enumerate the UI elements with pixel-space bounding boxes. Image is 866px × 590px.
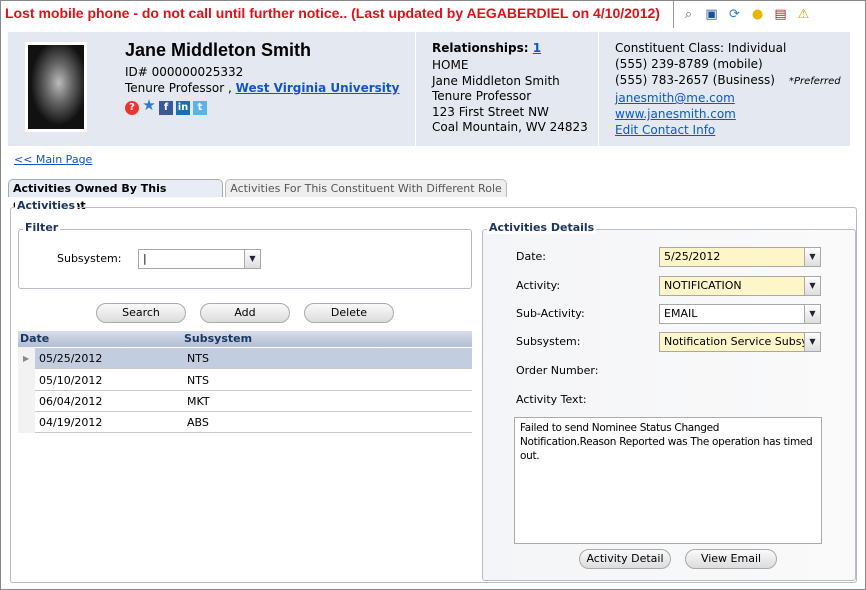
save-icon[interactable]: ▣ (703, 6, 720, 23)
cell-subsystem: ABS (187, 416, 209, 429)
cell-date: 04/19/2012 (39, 416, 103, 429)
table-row[interactable]: 05/10/2012 NTS (35, 370, 472, 391)
organization-link[interactable]: West Virginia University (236, 81, 400, 95)
activity-text-area[interactable]: Failed to send Nominee Status Changed No… (514, 417, 822, 544)
delete-button[interactable]: Delete (304, 303, 394, 323)
activities-legend: Activities (15, 199, 78, 212)
relationships-count-link[interactable]: 1 (533, 41, 541, 55)
facebook-icon[interactable]: f (159, 101, 173, 115)
heart-icon[interactable]: ? (125, 101, 139, 115)
preferred-label: *Preferred (788, 76, 841, 87)
constituent-name: Jane Middleton Smith (125, 40, 312, 60)
relationships-label: Relationships: (432, 41, 529, 55)
cell-date: 06/04/2012 (39, 395, 103, 408)
address-line: Tenure Professor (432, 89, 532, 103)
cell-subsystem: NTS (187, 352, 209, 365)
subsystem-filter-label: Subsystem: (57, 252, 122, 265)
address-block: HOME Jane Middleton Smith Tenure Profess… (432, 58, 588, 136)
activity-label: Activity: (516, 279, 561, 292)
address-line: HOME (432, 58, 469, 72)
toolbar: ⌕ ▣ ⟳ ● ▤ ⚠ (673, 1, 812, 28)
job-title: Tenure Professor , (125, 81, 232, 95)
sub-activity-label: Sub-Activity: (516, 307, 585, 320)
chevron-down-icon[interactable]: ▼ (804, 277, 820, 295)
address-line: Coal Mountain, WV 24823 (432, 120, 588, 134)
edit-contact-link[interactable]: Edit Contact Info (615, 123, 715, 137)
chevron-down-icon[interactable]: ▼ (804, 248, 820, 266)
tab-owned-activities[interactable]: Activities Owned By This Constituent (8, 179, 223, 212)
constituent-header: Jane Middleton Smith ID# 000000025332 Te… (8, 32, 850, 146)
activity-value: NOTIFICATION (664, 279, 742, 292)
refresh-icon[interactable]: ⟳ (726, 6, 743, 23)
date-value: 5/25/2012 (664, 250, 721, 263)
activity-detail-button[interactable]: Activity Detail (579, 549, 671, 569)
date-label: Date: (516, 250, 546, 263)
details-legend: Activities Details (487, 221, 597, 234)
search-button[interactable]: Search (96, 303, 186, 323)
address-line: Jane Middleton Smith (432, 73, 560, 88)
cell-subsystem: NTS (187, 374, 209, 387)
chevron-down-icon[interactable]: ▼ (244, 250, 260, 268)
phone-mobile: (555) 239-8789 (mobile) (615, 57, 763, 71)
view-email-button[interactable]: View Email (685, 549, 777, 569)
email-link[interactable]: janesmith@me.com (615, 91, 735, 105)
activity-text-label: Activity Text: (516, 393, 587, 406)
tab-different-role[interactable]: Activities For This Constituent With Dif… (225, 179, 507, 197)
cell-date: 05/25/2012 (39, 352, 103, 365)
sub-activity-value: EMAIL (664, 307, 698, 320)
subsystem-select[interactable]: Notification Service Subsystem ▼ (659, 332, 821, 352)
grid-header: Date Subsystem (18, 331, 472, 347)
table-row[interactable]: ▶ 05/25/2012 NTS (23, 348, 472, 369)
column-date[interactable]: Date (20, 331, 49, 347)
cell-date: 05/10/2012 (39, 374, 103, 387)
sub-activity-select[interactable]: EMAIL ▼ (659, 304, 821, 324)
subsystem-value: Notification Service Subsystem (664, 335, 821, 348)
activity-select[interactable]: NOTIFICATION ▼ (659, 276, 821, 296)
filter-legend: Filter (23, 221, 61, 234)
chevron-down-icon[interactable]: ▼ (804, 305, 820, 323)
constituent-class: Constituent Class: Individual (615, 41, 787, 55)
phone-business: (555) 783-2657 (Business) (615, 73, 775, 87)
alert-message: Lost mobile phone - do not call until fu… (5, 5, 660, 21)
date-select[interactable]: 5/25/2012 ▼ (659, 247, 821, 267)
lightbulb-icon[interactable]: ● (749, 6, 766, 23)
binoculars-icon[interactable]: ⌕ (680, 6, 697, 23)
linkedin-icon[interactable]: in (176, 101, 190, 115)
order-number-label: Order Number: (516, 364, 599, 377)
address-line: 123 First Street NW (432, 104, 549, 119)
main-page-link[interactable]: << Main Page (14, 153, 92, 166)
website-link[interactable]: www.janesmith.com (615, 107, 736, 121)
column-subsystem[interactable]: Subsystem (184, 331, 252, 347)
add-button[interactable]: Add (200, 303, 290, 323)
avatar (25, 42, 87, 132)
table-row[interactable]: 06/04/2012 MKT (35, 391, 472, 412)
row-selector-icon: ▶ (23, 354, 30, 363)
constituent-id: ID# 000000025332 (125, 65, 244, 79)
star-icon[interactable]: ★ (142, 98, 156, 113)
table-row[interactable]: 04/19/2012 ABS (35, 412, 472, 433)
subsystem-filter-select[interactable]: | ▼ (138, 249, 261, 269)
warning-icon[interactable]: ⚠ (795, 6, 812, 23)
subsystem-label: Subsystem: (516, 335, 581, 348)
chevron-down-icon[interactable]: ▼ (804, 333, 820, 351)
report-icon[interactable]: ▤ (772, 6, 789, 23)
cell-subsystem: MKT (187, 395, 210, 408)
twitter-icon[interactable]: t (193, 101, 207, 115)
